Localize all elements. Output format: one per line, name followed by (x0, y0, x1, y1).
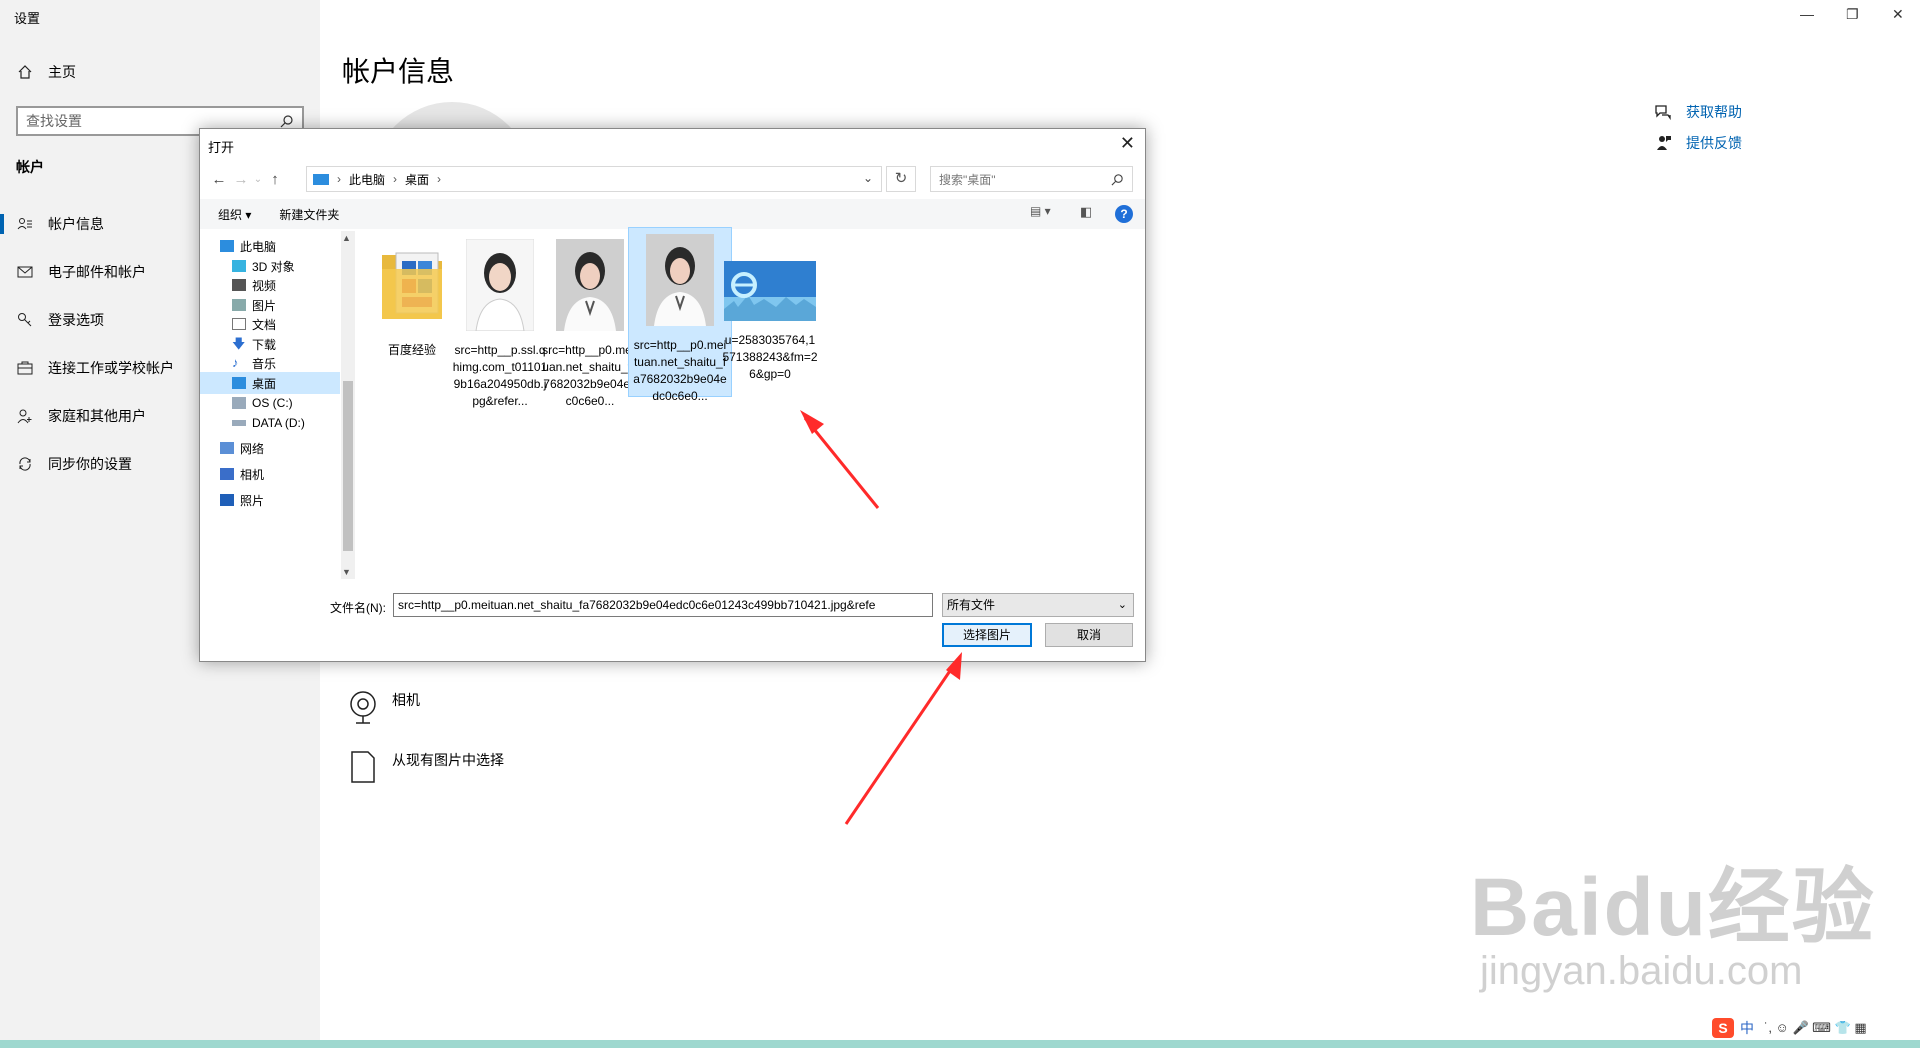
watermark-brand: Baidu经验 (1470, 862, 1876, 953)
ime-toolbar[interactable]: S 中 ˙, ☺ 🎤 ⌨ 👕 ▦ (1712, 1018, 1867, 1038)
annotation-arrow-head (800, 410, 824, 434)
ime-language[interactable]: 中 (1740, 1018, 1754, 1038)
baidu-watermark: Baidu经验 jingyan.baidu.com (1470, 840, 1876, 994)
taskbar-strip (0, 1040, 1920, 1048)
sogou-logo-icon: S (1712, 1018, 1734, 1038)
annotation-arrow (803, 417, 880, 509)
annotation-arrow (844, 661, 958, 825)
ime-tray-icons: ˙, ☺ 🎤 ⌨ 👕 ▦ (1764, 1020, 1867, 1035)
